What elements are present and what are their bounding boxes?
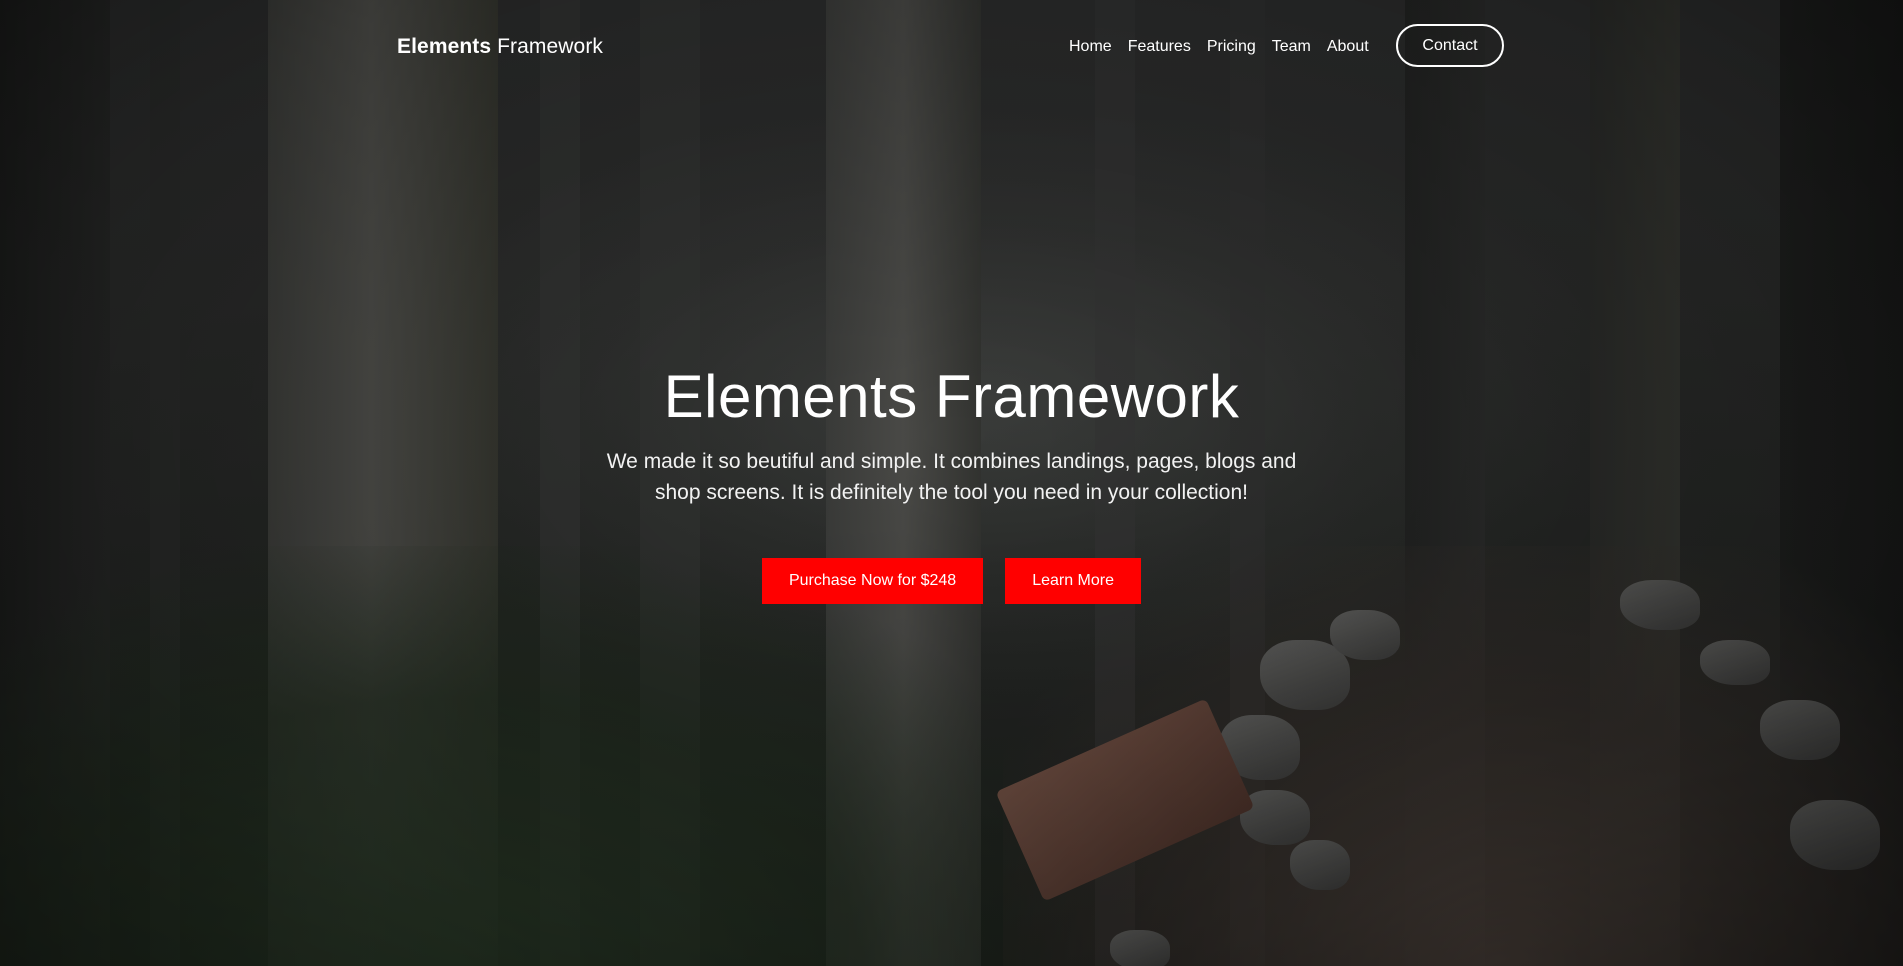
nav-item-features[interactable]: Features	[1128, 37, 1191, 57]
hero-buttons: Purchase Now for $248 Learn More	[0, 558, 1903, 604]
nav-item-home[interactable]: Home	[1069, 37, 1112, 57]
brand-logo[interactable]: Elements Framework	[397, 34, 603, 60]
nav-item-about[interactable]: About	[1327, 37, 1369, 57]
brand-name-bold: Elements	[397, 35, 492, 58]
nav-item-team[interactable]: Team	[1272, 37, 1311, 57]
brand-name-light: Framework	[491, 35, 604, 58]
contact-button[interactable]: Contact	[1396, 24, 1504, 67]
hero-subtitle: We made it so beutiful and simple. It co…	[606, 450, 1297, 504]
nav-menu: Home Features Pricing Team About	[1069, 37, 1369, 57]
top-nav: Elements Framework Home Features Pricing…	[0, 0, 1903, 96]
nav-item-pricing[interactable]: Pricing	[1207, 37, 1256, 57]
purchase-button[interactable]: Purchase Now for $248	[761, 558, 984, 604]
hero-section: Elements Framework Home Features Pricing…	[0, 0, 1903, 966]
hero-content: Elements Framework We made it so beutifu…	[0, 360, 1903, 604]
learn-more-button[interactable]: Learn More	[1005, 558, 1142, 604]
hero-title: Elements Framework	[663, 363, 1240, 430]
